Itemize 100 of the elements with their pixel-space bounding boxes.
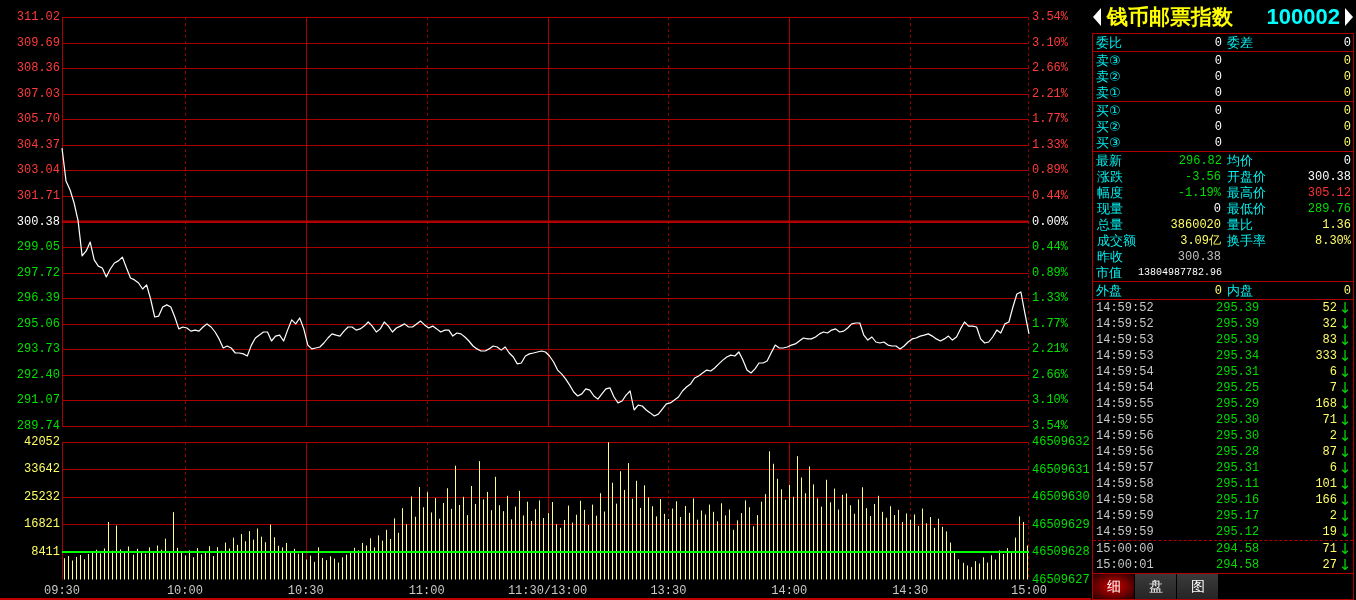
order-volume: 0 bbox=[1343, 69, 1351, 85]
field-label: 外盘 bbox=[1096, 283, 1122, 299]
panel-tab[interactable]: 盘 bbox=[1135, 574, 1176, 599]
volume-axis-label: 42052 bbox=[24, 435, 60, 449]
volume-right-axis-label: 46509628 bbox=[1032, 545, 1090, 559]
price-axis-label: 297.72 bbox=[16, 265, 60, 280]
quote-label: 量比 bbox=[1227, 217, 1253, 233]
trade-time: 15:00:00 bbox=[1096, 541, 1154, 557]
time-axis-label: 14:00 bbox=[771, 584, 808, 598]
percent-axis-label: 0.44% bbox=[1032, 240, 1068, 255]
order-price: 0 bbox=[1214, 135, 1222, 151]
index-code: 100002 bbox=[1266, 3, 1340, 30]
market-value: 13804987782.96 bbox=[1138, 266, 1222, 280]
volume-right-axis-label: 46509630 bbox=[1032, 490, 1090, 504]
quote-label: 成交额 bbox=[1097, 233, 1136, 249]
percent-axis-label: 0.89% bbox=[1032, 265, 1068, 280]
field-value: 0 bbox=[1343, 35, 1351, 51]
quote-label: 均价 bbox=[1227, 153, 1253, 169]
price-axis-label: 300.38 bbox=[16, 214, 60, 229]
field-label: 内盘 bbox=[1227, 283, 1253, 299]
field-value: 0 bbox=[1343, 283, 1351, 299]
percent-axis-label: 3.10% bbox=[1032, 35, 1068, 50]
field-label: 委差 bbox=[1227, 35, 1253, 51]
quote-value: 300.38 bbox=[1177, 249, 1221, 265]
trade-direction: ↓ bbox=[1338, 541, 1352, 557]
trade-volume: 333 bbox=[1315, 348, 1337, 364]
quote-value: 296.82 bbox=[1178, 153, 1222, 169]
price-axis-label: 309.69 bbox=[16, 35, 60, 50]
market-value-label: 市值 bbox=[1096, 265, 1122, 281]
order-price: 0 bbox=[1214, 85, 1222, 101]
price-axis-label: 305.70 bbox=[16, 112, 60, 127]
trade-direction: ↓ bbox=[1338, 476, 1352, 492]
trade-time: 14:59:52 bbox=[1096, 316, 1154, 332]
trade-direction: ↓ bbox=[1338, 557, 1352, 573]
trade-price: 295.28 bbox=[1216, 444, 1260, 460]
time-axis-label: 10:00 bbox=[166, 584, 203, 598]
trade-price: 294.58 bbox=[1216, 557, 1260, 573]
time-axis-label: 11:00 bbox=[408, 584, 445, 598]
price-axis-label: 295.06 bbox=[16, 316, 60, 331]
trade-direction: ↓ bbox=[1338, 508, 1352, 524]
trade-price: 295.39 bbox=[1216, 300, 1260, 316]
order-price: 0 bbox=[1214, 119, 1222, 135]
price-axis-label: 296.39 bbox=[16, 291, 60, 306]
trade-time: 14:59:58 bbox=[1096, 492, 1154, 508]
quote-value: -3.56 bbox=[1185, 169, 1221, 185]
volume-axis-label: 8411 bbox=[31, 545, 60, 559]
order-volume: 0 bbox=[1343, 85, 1351, 101]
percent-axis-label: 3.54% bbox=[1032, 419, 1068, 432]
trade-time: 14:59:58 bbox=[1096, 476, 1154, 492]
trade-direction: ↓ bbox=[1338, 492, 1352, 508]
price-axis-label: 308.36 bbox=[16, 61, 60, 76]
index-name: 钱币邮票指数 bbox=[1107, 3, 1233, 31]
left-triangle-icon[interactable] bbox=[1093, 7, 1101, 26]
trade-price: 295.30 bbox=[1216, 428, 1260, 444]
trade-volume: 7 bbox=[1329, 380, 1337, 396]
trade-volume: 6 bbox=[1329, 460, 1337, 476]
order-level-label: 买① bbox=[1096, 103, 1121, 119]
trade-volume: 71 bbox=[1322, 412, 1337, 428]
trade-volume: 101 bbox=[1315, 476, 1337, 492]
quote-value: 3860020 bbox=[1170, 217, 1221, 233]
quote-label: 换手率 bbox=[1227, 233, 1266, 249]
quote-label: 开盘价 bbox=[1227, 169, 1266, 185]
time-axis-label: 14:30 bbox=[892, 584, 929, 598]
order-level-label: 卖② bbox=[1096, 69, 1121, 85]
trade-price: 295.34 bbox=[1216, 348, 1260, 364]
time-axis-label: 11:30/13:00 bbox=[507, 584, 588, 598]
quote-value: 3.09亿 bbox=[1180, 233, 1221, 249]
quote-value: 300.38 bbox=[1307, 169, 1351, 185]
panel-tab[interactable]: 图 bbox=[1177, 574, 1218, 599]
trade-direction: ↓ bbox=[1338, 364, 1352, 380]
percent-axis-label: 0.44% bbox=[1032, 188, 1068, 203]
trade-volume: 27 bbox=[1322, 557, 1337, 573]
price-axis-label: 311.02 bbox=[16, 10, 60, 24]
trade-direction: ↓ bbox=[1338, 428, 1352, 444]
price-axis-label: 303.04 bbox=[16, 163, 60, 178]
time-axis-label: 13:30 bbox=[650, 584, 687, 598]
order-level-label: 买③ bbox=[1096, 135, 1121, 151]
quote-value: 289.76 bbox=[1307, 201, 1351, 217]
trade-time: 14:59:52 bbox=[1096, 300, 1154, 316]
percent-axis-label: 1.33% bbox=[1032, 137, 1068, 152]
volume-axis-label: 33642 bbox=[24, 462, 60, 477]
price-axis-label: 293.73 bbox=[16, 342, 60, 357]
order-volume: 0 bbox=[1343, 53, 1351, 69]
volume-axis-label: 16821 bbox=[24, 517, 60, 532]
volume-right-axis-label: 46509629 bbox=[1032, 517, 1090, 532]
trade-volume: 2 bbox=[1329, 428, 1337, 444]
quote-label: 最新 bbox=[1096, 153, 1122, 169]
trade-price: 295.16 bbox=[1216, 492, 1260, 508]
trade-time: 14:59:54 bbox=[1096, 380, 1154, 396]
percent-axis-label: 2.21% bbox=[1032, 86, 1068, 101]
order-volume: 0 bbox=[1343, 119, 1351, 135]
right-triangle-icon[interactable] bbox=[1345, 7, 1353, 26]
trade-time: 14:59:55 bbox=[1096, 412, 1154, 428]
field-value: 0 bbox=[1214, 283, 1222, 299]
panel-tab[interactable]: 细 bbox=[1093, 574, 1134, 599]
trade-volume: 2 bbox=[1329, 508, 1337, 524]
field-value: 0 bbox=[1214, 35, 1222, 51]
volume-right-axis-label: 46509631 bbox=[1032, 462, 1090, 477]
trade-direction: ↓ bbox=[1338, 396, 1352, 412]
trade-direction: ↓ bbox=[1338, 412, 1352, 428]
